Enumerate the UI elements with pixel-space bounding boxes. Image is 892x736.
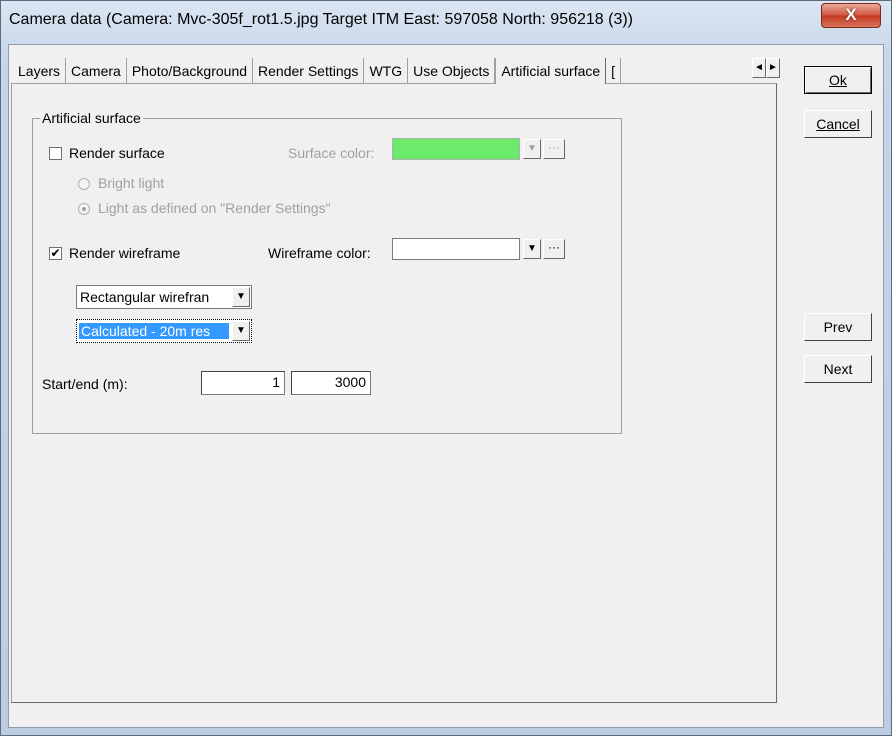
tab-layers[interactable]: Layers [13, 58, 67, 84]
tab-artificial-surface[interactable]: Artificial surface [495, 58, 607, 84]
render-surface-checkbox[interactable] [49, 147, 62, 160]
wireframe-type-combo[interactable]: Rectangular wirefran ▼ [76, 285, 252, 309]
end-input[interactable]: 3000 [291, 371, 371, 395]
start-end-label: Start/end (m): [42, 376, 128, 392]
ok-label: Ok [829, 72, 847, 88]
wireframe-source-combo[interactable]: Calculated - 20m res ▼ [76, 319, 252, 343]
tab-scroll-buttons: ◄ ► [752, 58, 780, 80]
group-title: Artificial surface [40, 110, 143, 126]
close-icon: X [845, 5, 857, 24]
tab-camera[interactable]: Camera [66, 58, 127, 84]
next-button[interactable]: Next [804, 355, 872, 383]
render-wireframe-label[interactable]: Render wireframe [69, 245, 180, 261]
surface-color-dropdown-icon: ▼ [523, 139, 541, 159]
cancel-label: Cancel [816, 116, 860, 132]
tab-next-partial[interactable]: [ [606, 58, 622, 84]
tab-render-settings[interactable]: Render Settings [253, 58, 365, 84]
light-defined-radio [78, 203, 90, 215]
wireframe-color-swatch[interactable] [392, 238, 520, 260]
tab-use-objects[interactable]: Use Objects [408, 58, 496, 84]
title-bar[interactable]: Camera data (Camera: Mvc-305f_rot1.5.jpg… [1, 1, 891, 45]
wireframe-color-label: Wireframe color: [268, 245, 371, 261]
wireframe-source-dropdown-icon[interactable]: ▼ [232, 321, 250, 341]
tab-strip: Layers Camera Photo/Background Render Setti… [13, 58, 750, 84]
prev-button[interactable]: Prev [804, 313, 872, 341]
window-title: Camera data (Camera: Mvc-305f_rot1.5.jpg… [9, 11, 634, 28]
light-defined-label: Light as defined on "Render Settings" [98, 200, 331, 216]
bright-light-radio [78, 178, 90, 190]
wireframe-source-value: Calculated - 20m res [79, 323, 229, 339]
tab-wtg[interactable]: WTG [364, 58, 409, 84]
render-surface-label[interactable]: Render surface [69, 145, 165, 161]
scroll-right-icon[interactable]: ► [766, 58, 780, 78]
wireframe-color-ellipsis-button[interactable]: ··· [543, 239, 565, 259]
wireframe-type-dropdown-icon[interactable]: ▼ [232, 287, 250, 307]
bright-light-label: Bright light [98, 175, 165, 191]
start-input[interactable]: 1 [201, 371, 285, 395]
tab-photo-background[interactable]: Photo/Background [127, 58, 254, 84]
close-button[interactable]: X [821, 3, 881, 28]
render-wireframe-checkbox[interactable]: ✔ [49, 247, 62, 260]
surface-color-ellipsis-button: ··· [543, 139, 565, 159]
wireframe-type-value: Rectangular wirefran [80, 289, 210, 305]
surface-color-swatch [392, 138, 520, 160]
surface-color-label: Surface color: [288, 145, 375, 161]
wireframe-color-dropdown-icon[interactable]: ▼ [523, 239, 541, 259]
ok-button[interactable]: Ok [804, 66, 872, 94]
cancel-button[interactable]: Cancel [804, 110, 872, 138]
scroll-left-icon[interactable]: ◄ [752, 58, 766, 78]
